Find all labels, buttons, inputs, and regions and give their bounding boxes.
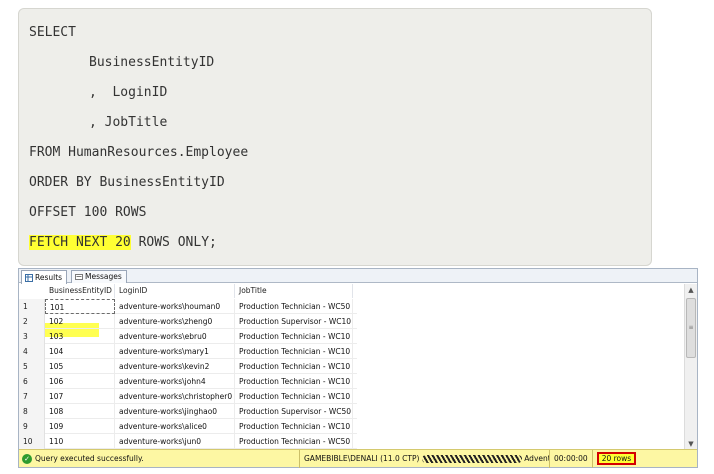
sql-line-loginid: , LoginID	[89, 85, 168, 100]
fetch-rest: ROWS ONLY;	[130, 235, 217, 250]
cell-jobtitle[interactable]: Production Technician - WC10	[235, 329, 353, 344]
sql-line-offset: OFFSET 100 ROWS	[29, 205, 147, 220]
sql-line-jobtitle: , JobTitle	[89, 115, 168, 130]
checkmark-icon: ✓	[22, 453, 32, 464]
cell-jobtitle[interactable]: Production Technician - WC10	[235, 359, 353, 374]
row-number[interactable]: 5	[19, 359, 45, 374]
cell-jobtitle[interactable]: Production Supervisor - WC10	[235, 314, 353, 329]
cell-loginid[interactable]: adventure-works\kevin2	[115, 359, 235, 374]
column-header-loginid[interactable]: LoginID	[115, 284, 235, 298]
cell-businessentityid[interactable]: 106	[45, 374, 115, 389]
column-header-businessentityid[interactable]: BusinessEntityID	[45, 284, 115, 298]
fetch-next-highlight: FETCH NEXT 20	[29, 235, 131, 250]
scroll-up-icon[interactable]: ▲	[685, 284, 697, 296]
scroll-thumb[interactable]: ≡	[686, 298, 696, 358]
tab-messages-label: Messages	[85, 272, 122, 281]
cell-businessentityid[interactable]: 107	[45, 389, 115, 404]
sql-line-businessentityid: BusinessEntityID	[89, 55, 215, 70]
cell-jobtitle[interactable]: Production Technician - WC10	[235, 419, 353, 434]
cell-loginid[interactable]: adventure-works\houman0	[115, 299, 235, 314]
cell-loginid[interactable]: adventure-works\christopher0	[115, 389, 235, 404]
table-row[interactable]: 2 102 adventure-works\zheng0 Production …	[19, 314, 357, 329]
results-grid[interactable]: BusinessEntityID LoginID JobTitle 1 101 …	[19, 284, 685, 450]
sql-code-panel[interactable]: SELECT BusinessEntityID , LoginID , JobT…	[18, 8, 652, 266]
status-database: AdventureWorks2008R2	[524, 453, 549, 463]
row-number[interactable]: 3	[19, 329, 45, 344]
cell-loginid[interactable]: adventure-works\ebru0	[115, 329, 235, 344]
cell-businessentityid[interactable]: 108	[45, 404, 115, 419]
cell-loginid[interactable]: adventure-works\john4	[115, 374, 235, 389]
table-row[interactable]: 9 109 adventure-works\alice0 Production …	[19, 419, 357, 434]
row-number[interactable]: 2	[19, 314, 45, 329]
status-server: GAMEBIBLE\DENALI (11.0 CTP)	[304, 453, 420, 463]
redaction-scribble	[421, 454, 522, 463]
cell-jobtitle[interactable]: Production Technician - WC10	[235, 389, 353, 404]
tab-messages[interactable]: Messages	[71, 270, 127, 283]
cell-jobtitle[interactable]: Production Technician - WC50	[235, 434, 353, 449]
cell-businessentityid[interactable]: 102	[45, 314, 115, 329]
cell-loginid[interactable]: adventure-works\mary1	[115, 344, 235, 359]
table-row[interactable]: 4 104 adventure-works\mary1 Production T…	[19, 344, 357, 359]
grid-icon	[25, 273, 33, 282]
cell-loginid[interactable]: adventure-works\alice0	[115, 419, 235, 434]
results-tabs: Results Messages	[19, 269, 697, 284]
cell-businessentityid[interactable]: 103	[45, 329, 115, 344]
row-number[interactable]: 9	[19, 419, 45, 434]
cell-businessentityid[interactable]: 104	[45, 344, 115, 359]
message-icon	[75, 273, 83, 281]
table-row[interactable]: 3 103 adventure-works\ebru0 Production T…	[19, 329, 357, 344]
status-message-text: Query executed successfully.	[35, 454, 144, 463]
cell-jobtitle[interactable]: Production Technician - WC10	[235, 344, 353, 359]
table-row[interactable]: 5 105 adventure-works\kevin2 Production …	[19, 359, 357, 374]
sql-line-from: FROM HumanResources.Employee	[29, 145, 249, 160]
table-row[interactable]: 8 108 adventure-works\jinghao0 Productio…	[19, 404, 357, 419]
cell-businessentityid[interactable]: 109	[45, 419, 115, 434]
row-number[interactable]: 4	[19, 344, 45, 359]
status-bar: ✓ Query executed successfully. GAMEBIBLE…	[19, 449, 697, 468]
cell-businessentityid[interactable]: 110	[45, 434, 115, 449]
status-message: ✓ Query executed successfully.	[19, 453, 299, 464]
vertical-scrollbar[interactable]: ▲ ≡ ▼	[684, 284, 697, 450]
sql-line-select: SELECT	[29, 25, 76, 40]
status-rows: 20 rows	[596, 451, 637, 465]
row-number[interactable]: 7	[19, 389, 45, 404]
cell-loginid[interactable]: adventure-works\jun0	[115, 434, 235, 449]
tab-results[interactable]: Results	[21, 270, 68, 284]
tab-results-label: Results	[35, 272, 63, 282]
table-row[interactable]: 7 107 adventure-works\christopher0 Produ…	[19, 389, 357, 404]
status-rows-cell: 20 rows	[591, 449, 638, 468]
sql-line-fetch: FETCH NEXT 20 ROWS ONLY;	[29, 234, 217, 252]
results-pane: Results Messages BusinessEntityID LoginI…	[18, 268, 698, 468]
row-number[interactable]: 6	[19, 374, 45, 389]
cell-businessentityid[interactable]: 101	[45, 299, 115, 314]
cell-loginid[interactable]: adventure-works\zheng0	[115, 314, 235, 329]
column-header-jobtitle[interactable]: JobTitle	[235, 284, 353, 298]
cell-jobtitle[interactable]: Production Supervisor - WC50	[235, 404, 353, 419]
cell-jobtitle[interactable]: Production Technician - WC10	[235, 374, 353, 389]
status-server-database: GAMEBIBLE\DENALI (11.0 CTP) AdventureWor…	[299, 449, 549, 468]
row-number[interactable]: 10	[19, 434, 45, 449]
sql-line-order-by: ORDER BY BusinessEntityID	[29, 175, 225, 190]
table-row[interactable]: 10 110 adventure-works\jun0 Production T…	[19, 434, 357, 449]
cell-businessentityid[interactable]: 105	[45, 359, 115, 374]
cell-jobtitle[interactable]: Production Technician - WC50	[235, 299, 353, 314]
row-number[interactable]: 8	[19, 404, 45, 419]
table-row[interactable]: 1 101 adventure-works\houman0 Production…	[19, 299, 357, 314]
cell-loginid[interactable]: adventure-works\jinghao0	[115, 404, 235, 419]
row-number[interactable]: 1	[19, 299, 45, 314]
status-elapsed: 00:00:00	[549, 449, 592, 468]
table-row[interactable]: 6 106 adventure-works\john4 Production T…	[19, 374, 357, 389]
